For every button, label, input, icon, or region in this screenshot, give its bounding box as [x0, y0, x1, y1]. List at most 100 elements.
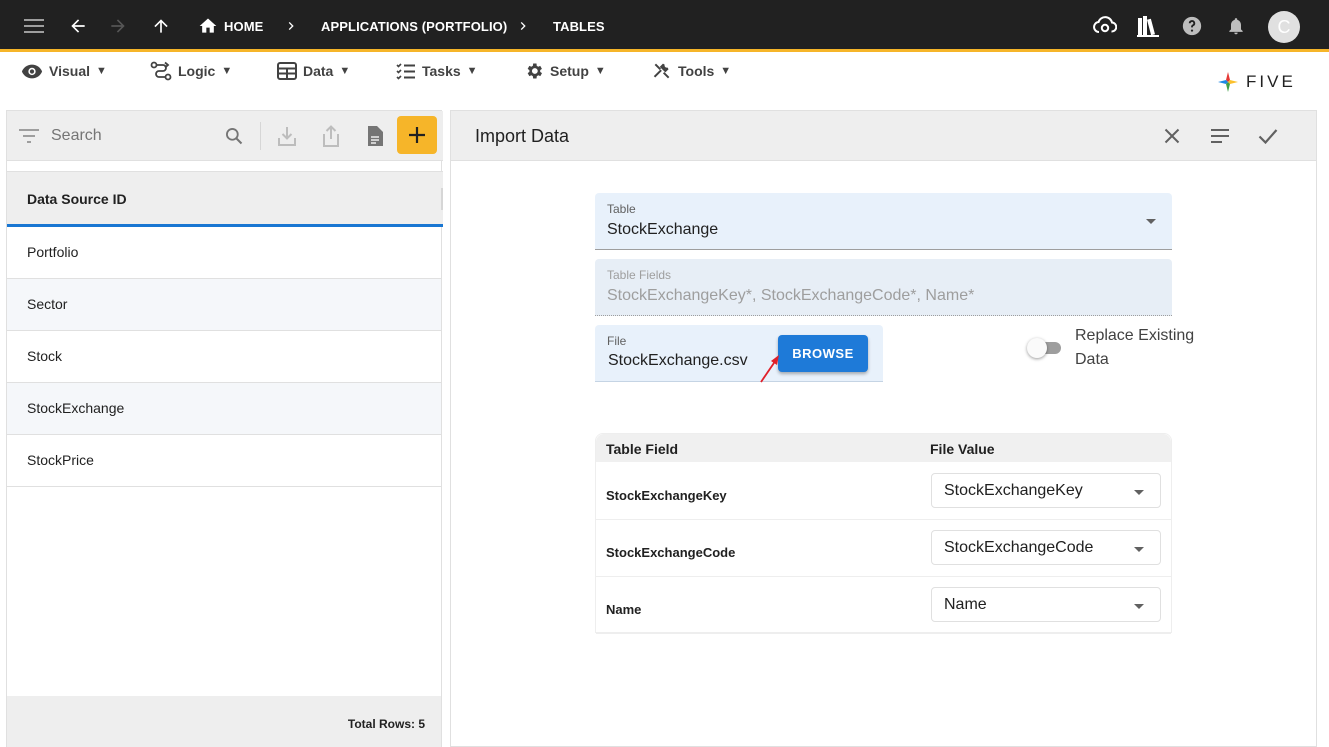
checklist-icon [396, 63, 415, 80]
table-row: StockExchangeKey StockExchangeKey [596, 463, 1171, 520]
file-value-select[interactable]: StockExchangeKey [931, 473, 1161, 508]
file-value-select[interactable]: Name [931, 587, 1161, 622]
table-select-value: StockExchange [607, 221, 719, 238]
notifications-bell-icon[interactable] [1224, 14, 1248, 38]
mapping-field-name: StockExchangeKey [606, 488, 727, 503]
list-item-label: Stock [27, 348, 63, 364]
file-value-select[interactable]: StockExchangeCode [931, 530, 1161, 565]
caret-down-icon: ▼ [720, 65, 732, 77]
list-header-label: Data Source ID [27, 191, 127, 207]
eye-icon [21, 64, 43, 79]
add-button[interactable] [397, 116, 437, 154]
menu-visual[interactable]: Visual ▼ [21, 61, 107, 81]
table-icon [277, 62, 297, 80]
menu-tasks[interactable]: Tasks ▼ [396, 61, 478, 81]
notes-list-icon[interactable] [1208, 124, 1232, 148]
replace-existing-label: Replace Existing Data [1075, 327, 1195, 368]
menu-visual-label: Visual [49, 63, 90, 79]
breadcrumb-applications[interactable]: APPLICATIONS (PORTFOLIO) [321, 19, 507, 34]
up-arrow-icon[interactable] [149, 14, 173, 38]
breadcrumb-tables[interactable]: TABLES [553, 19, 605, 34]
menu-data[interactable]: Data ▼ [277, 61, 350, 81]
mapping-header: Table Field File Value [596, 434, 1171, 462]
hamburger-menu-icon[interactable] [22, 14, 46, 38]
menu-tools[interactable]: Tools ▼ [652, 61, 731, 81]
caret-down-icon: ▼ [96, 65, 107, 77]
list-item[interactable]: Portfolio [7, 227, 441, 279]
list-item[interactable]: StockPrice [7, 435, 441, 487]
tools-icon [653, 63, 670, 79]
file-value-selected: StockExchangeKey [944, 482, 1083, 499]
gear-icon [527, 63, 542, 79]
col-header-table-field: Table Field [606, 441, 679, 457]
field-mapping-table: Table Field File Value StockExchangeKey … [595, 433, 1172, 634]
plus-icon [409, 127, 425, 143]
dropdown-arrow-icon [1134, 490, 1144, 495]
replace-existing-toggle[interactable] [1027, 338, 1063, 358]
list-item[interactable]: Stock [7, 331, 441, 383]
logic-icon [150, 61, 172, 81]
back-arrow-icon[interactable] [66, 14, 90, 38]
filter-icon[interactable] [17, 124, 41, 148]
import-data-panel: Import Data Table StockExchange Table Fi… [450, 110, 1317, 747]
menu-setup[interactable]: Setup ▼ [524, 61, 606, 81]
data-source-list-panel: Data Source ID Portfolio Sector Stock St… [6, 110, 443, 747]
list-item[interactable]: Sector [7, 279, 441, 331]
list-column-header[interactable]: Data Source ID [7, 171, 443, 227]
file-field: File StockExchange.csv BROWSE [595, 325, 883, 382]
mapping-field-name: StockExchangeCode [606, 545, 736, 560]
menu-bar: Visual ▼ Logic ▼ Data ▼ Tasks ▼ Setup ▼ … [0, 55, 1329, 103]
menu-logic-label: Logic [178, 63, 216, 79]
menu-tools-label: Tools [678, 63, 715, 79]
list-item-label: StockPrice [27, 452, 94, 468]
list-item-label: Sector [27, 296, 68, 312]
table-row: StockExchangeCode StockExchangeCode [596, 520, 1171, 577]
caret-down-icon: ▼ [221, 65, 233, 77]
caret-down-icon: ▼ [339, 65, 351, 77]
five-logo-text: FIVE [1246, 72, 1296, 91]
list-item[interactable]: StockExchange [7, 383, 441, 435]
library-books-icon[interactable] [1136, 14, 1160, 38]
browse-button[interactable]: BROWSE [778, 335, 868, 372]
user-avatar[interactable]: C [1268, 11, 1300, 43]
table-fields-value: StockExchangeKey*, StockExchangeCode*, N… [607, 287, 975, 304]
table-row: Name Name [596, 577, 1171, 634]
import-download-icon[interactable] [275, 124, 299, 148]
file-name: StockExchange.csv [608, 352, 748, 369]
annotation-arrow-icon [760, 355, 779, 383]
five-logo-icon [1218, 72, 1238, 92]
total-rows: Total Rows: 5 [347, 717, 425, 731]
chevron-right-icon [279, 14, 303, 38]
dropdown-arrow-icon [1146, 219, 1156, 224]
form-header: Import Data [451, 111, 1316, 161]
column-resize-handle[interactable] [441, 188, 443, 210]
toolbar-divider [260, 122, 261, 150]
five-logo: FIVE [1216, 70, 1296, 94]
home-icon[interactable] [196, 14, 220, 38]
col-header-file-value: File Value [930, 441, 995, 457]
table-select[interactable]: Table StockExchange [595, 193, 1172, 250]
breadcrumb-home[interactable]: HOME [224, 19, 263, 34]
help-icon[interactable] [1180, 14, 1204, 38]
search-icon[interactable] [222, 124, 246, 148]
menu-tasks-label: Tasks [422, 63, 461, 79]
dropdown-arrow-icon [1134, 547, 1144, 552]
export-share-icon[interactable] [319, 124, 343, 148]
search-input[interactable] [51, 127, 211, 145]
file-value-selected: Name [944, 596, 987, 613]
menu-data-label: Data [303, 63, 334, 79]
toggle-thumb [1027, 338, 1047, 358]
file-value-selected: StockExchangeCode [944, 539, 1094, 556]
close-icon[interactable] [1160, 124, 1184, 148]
table-fields-label: Table Fields [607, 268, 672, 282]
document-icon[interactable] [363, 124, 387, 148]
list-item-label: StockExchange [27, 400, 125, 416]
chevron-right-icon [511, 14, 535, 38]
file-label: File [607, 334, 627, 348]
table-fields-display: Table Fields StockExchangeKey*, StockExc… [595, 259, 1172, 316]
check-confirm-icon[interactable] [1256, 124, 1280, 148]
menu-logic[interactable]: Logic ▼ [150, 61, 232, 81]
app-bar: HOME APPLICATIONS (PORTFOLIO) TABLES C [0, 0, 1329, 52]
forward-arrow-icon[interactable] [106, 14, 130, 38]
cloud-settings-icon[interactable] [1093, 14, 1117, 38]
